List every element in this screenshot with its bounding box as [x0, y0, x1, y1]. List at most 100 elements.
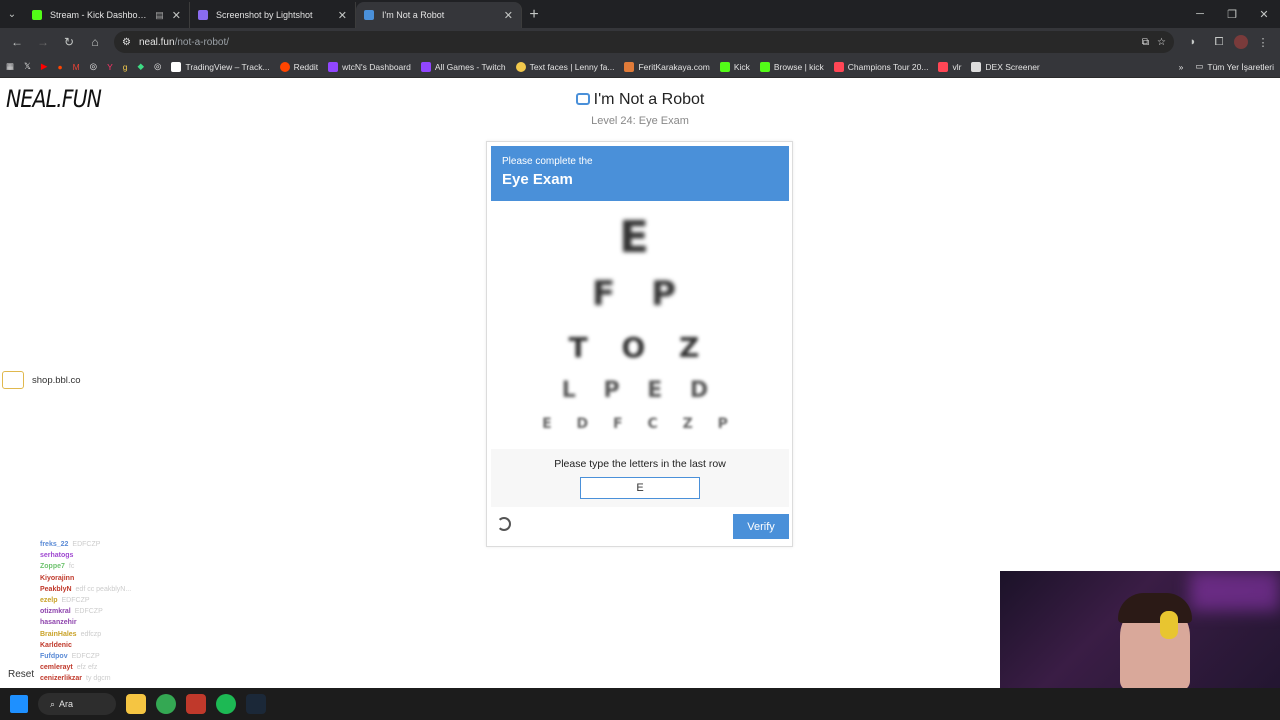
menu-kebab-icon[interactable]: ⋮ [1252, 31, 1274, 53]
android-icon[interactable]: ◆ [138, 61, 145, 72]
bookmarks-bar: ▦ 𝕏 ▶ ● M ◎ Y g ◆ ◎ TradingView – Track.… [0, 56, 1280, 78]
new-tab-button[interactable]: + [522, 2, 546, 28]
bookmark-item[interactable]: Champions Tour 20... [833, 61, 928, 72]
address-bar[interactable]: ⚙ neal.fun/not-a-robot/ ⧉ ☆ [114, 31, 1174, 53]
yahoo-icon[interactable]: Y [107, 62, 113, 72]
bookmark-item[interactable]: DEX Screener [971, 61, 1040, 72]
globe-icon[interactable]: ◎ [90, 61, 97, 72]
chat-message: PeakblyN edf cc peakblyN... [40, 584, 240, 595]
steam-icon[interactable] [246, 694, 266, 714]
app-icon[interactable] [186, 694, 206, 714]
verify-button[interactable]: Verify [733, 514, 789, 539]
chat-message: Kiyorajinn [40, 573, 240, 584]
profile-avatar[interactable] [1234, 35, 1248, 49]
close-icon[interactable]: ✕ [338, 9, 347, 22]
bookmark-label: Reddit [293, 61, 319, 72]
captcha-header-line1: Please complete the [502, 156, 593, 167]
bookmark-item[interactable]: Text faces | Lenny fa... [515, 61, 614, 72]
chat-message: cenizerlikzar ty dgcm [40, 673, 240, 684]
close-icon[interactable]: ✕ [172, 9, 181, 22]
captcha-prompt: Please type the letters in the last row [554, 458, 726, 470]
chat-username: otizmkral [40, 608, 71, 616]
more-bookmarks-icon[interactable]: » [1179, 62, 1184, 72]
close-icon[interactable]: ✕ [504, 9, 513, 22]
kick-icon [759, 61, 770, 72]
chat-username: Fufdpov [40, 653, 68, 661]
bookmark-label: DEX Screener [985, 61, 1040, 72]
spotify-icon[interactable] [216, 694, 236, 714]
bookmark-item[interactable]: Kick [719, 61, 750, 72]
reload-icon[interactable]: ↻ [58, 31, 80, 53]
tradingview-icon [171, 61, 182, 72]
chat-username: Zoppe7 [40, 563, 65, 571]
site-info-icon[interactable]: ⚙ [122, 37, 131, 48]
search-icon: ⌕ [50, 698, 56, 709]
tab-lightshot[interactable]: Screenshot by Lightshot ✕ [190, 2, 356, 28]
home-icon[interactable]: ⌂ [84, 31, 106, 53]
refresh-icon[interactable] [497, 517, 511, 531]
chat-text: edfczp [80, 630, 102, 638]
chrome-icon[interactable] [156, 694, 176, 714]
extensions-puzzle-icon[interactable]: ⧠ [1208, 31, 1230, 53]
taskbar-search[interactable]: ⌕ Ara [38, 693, 116, 715]
chat-username: Karldenic [40, 641, 72, 649]
tab-kick-dashboard[interactable]: Stream - Kick Dashboard ▤ ✕ [24, 2, 190, 28]
x-icon[interactable]: 𝕏 [24, 61, 31, 72]
minimize-icon[interactable]: ─ [1184, 0, 1216, 28]
chat-text: edf cc peakblyN... [75, 585, 132, 593]
chat-username: BrainHales [40, 630, 77, 638]
tab-not-a-robot[interactable]: I'm Not a Robot ✕ [356, 2, 522, 28]
reddit-small-icon[interactable]: ● [57, 62, 62, 72]
bookmark-item[interactable]: TradingView – Track... [171, 61, 270, 72]
chat-message: serhatogs [40, 550, 240, 561]
bookmark-label: All Games - Twitch [434, 61, 506, 72]
bookmark-item[interactable]: wtcN's Dashboard [328, 61, 411, 72]
eye-chart-row: E D F C Z P [542, 416, 738, 432]
captcha-header: Please complete the Eye Exam [491, 146, 789, 201]
youtube-icon[interactable]: ▶ [41, 61, 48, 72]
chat-username: ezelp [40, 597, 58, 605]
bookmark-item[interactable]: All Games - Twitch [420, 61, 506, 72]
eye-chart-row: T O Z [568, 331, 712, 364]
back-icon[interactable]: ← [6, 31, 28, 53]
bookmark-item[interactable]: FeritKarakaya.com [624, 61, 710, 72]
chat-text: EDFCZP [71, 653, 100, 661]
captcha-actions: Verify [491, 509, 789, 543]
bookmark-label: FeritKarakaya.com [638, 61, 710, 72]
bookmark-label: TradingView – Track... [185, 61, 270, 72]
answer-input[interactable]: E [580, 477, 700, 499]
eye-chart-row: E [618, 212, 662, 263]
bookmark-item[interactable]: Browse | kick [759, 61, 824, 72]
tab-media-icon: ▤ [155, 9, 164, 20]
chat-message: BrainHales edfczp [40, 629, 240, 640]
translate-icon[interactable]: ⧉ [1142, 37, 1149, 48]
gmail-icon[interactable]: M [73, 62, 80, 72]
forward-icon[interactable]: → [32, 31, 54, 53]
chat-text: efz efz [76, 664, 98, 672]
bookmark-label: Kick [733, 61, 750, 72]
windows-start-icon[interactable] [10, 695, 28, 713]
star-icon[interactable]: ☆ [1157, 37, 1166, 48]
level-label: Level 24: Eye Exam [591, 115, 689, 127]
tab-search-icon[interactable]: ⌄ [0, 0, 24, 28]
chat-overlay: freks_22 EDFCZP serhatogs Zoppe7 fc Kiyorajin… [40, 539, 240, 685]
apps-grid-icon[interactable]: ▦ [6, 61, 14, 72]
extension-icon[interactable]: ◗ [1182, 31, 1204, 53]
g-icon[interactable]: g [123, 62, 128, 72]
streamer-hair [1118, 593, 1192, 623]
all-bookmarks-button[interactable]: ▭ Tüm Yer İşaretleri [1195, 61, 1274, 72]
webcam-overlay [1000, 571, 1280, 688]
restore-icon[interactable]: ❐ [1216, 0, 1248, 28]
bookmark-item[interactable]: Reddit [279, 61, 319, 72]
web-icon[interactable]: ◎ [154, 61, 161, 72]
twitch-icon [328, 61, 339, 72]
shop-widget[interactable]: shop.bbl.co [2, 371, 81, 389]
chat-message: ezelp EDFCZP [40, 595, 240, 606]
file-explorer-icon[interactable] [126, 694, 146, 714]
robot-icon [575, 93, 590, 105]
close-window-icon[interactable]: ✕ [1248, 0, 1280, 28]
chat-username: hasanzehir [40, 619, 77, 627]
bookmark-item[interactable]: vlr [938, 61, 961, 72]
reset-button[interactable]: Reset [8, 669, 34, 680]
bookmark-label: wtcN's Dashboard [342, 61, 411, 72]
